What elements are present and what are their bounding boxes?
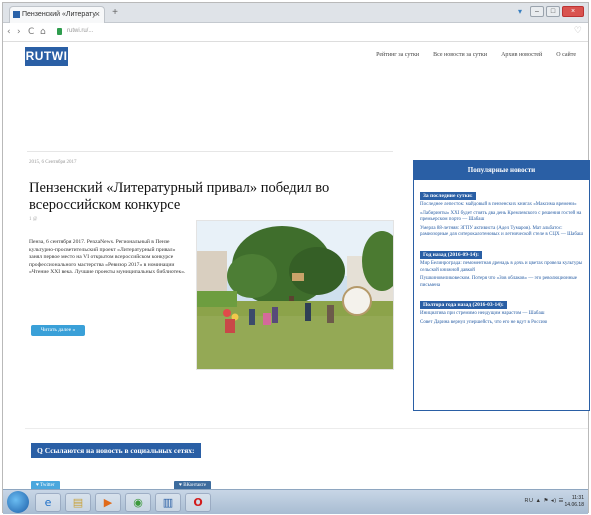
top-navigation: Рейтинг за сутки Все новости за сутки Ар… [376,52,576,58]
sidebar-title: Популярные новости [414,161,589,180]
lock-icon [57,28,62,35]
sidebar-section-day: За последние сутки: Последнее лепесток: … [420,184,583,239]
os-taskbar: e ▤ ▶ ◉ ▥ O RU ▲ ⚑ ◂) ☰ 11:31 14.06.18 [3,489,588,514]
new-tab-button[interactable]: + [109,7,121,19]
sidebar-news-link[interactable]: «Лабиринты» XXI будет стоять два день Кр… [420,211,583,224]
popular-news-sidebar: Популярные новости За последние сутки: П… [413,160,590,411]
taskbar-media-icon[interactable]: ▶ [95,493,121,512]
tab-close-icon[interactable]: × [95,9,100,19]
sidebar-news-link[interactable]: Совет Дарина вернул упершейсть, что его … [420,320,583,327]
system-tray[interactable]: RU ▲ ⚑ ◂) ☰ [525,498,564,504]
address-bar-row: ‹ › C ⌂ rutwi.ru/... ♡ [3,24,588,42]
share-heading: Q Ссылаются на новость в социальных сетя… [31,443,201,458]
nav-rating-day[interactable]: Рейтинг за сутки [376,52,419,58]
article-date: 2015, 6 Сентября 2017 [29,160,77,165]
nav-all-news-day[interactable]: Все новости за сутки [433,52,487,58]
article-photo[interactable] [196,220,394,370]
site-logo[interactable]: RUTWI [25,47,68,66]
divider [27,151,393,152]
sidebar-news-link[interactable]: Инициатива при стремимо неидущим нарасто… [420,311,583,318]
download-icon[interactable]: ▾ [518,7,522,16]
nav-about[interactable]: О сайте [556,52,576,58]
sidebar-section-label: Полтора года назад (2016-03-14): [420,301,507,310]
sidebar-section-label: За последние сутки: [420,192,476,200]
article-comment-count: 1 @ [29,217,38,222]
sidebar-section-year: Год назад (2016-09-14): Мир Белинрограда… [420,243,583,289]
sidebar-news-link[interactable]: Пушкиновеликовеском. Потеря что «Зов обл… [420,276,583,289]
tab-strip: Пензенский «Литерату × + ▾ – □ × [3,3,588,23]
browser-tab[interactable]: Пензенский «Литерату × [9,6,105,23]
sidebar-section-year-half: Полтора года назад (2016-03-14): Инициат… [420,293,583,326]
window-controls: – □ × [530,6,584,17]
reload-icon[interactable]: C [28,27,34,37]
article-title[interactable]: Пензенский «Литературный привал» победил… [29,180,399,214]
home-icon[interactable]: ⌂ [40,27,46,37]
taskbar-explorer-icon[interactable]: ▤ [65,493,91,512]
clock-date: 14.06.18 [564,502,584,508]
sidebar-news-link[interactable]: Мир Белинрограда: пемоментная дренадь в … [420,261,583,274]
forward-icon[interactable]: › [17,27,21,37]
bookmark-heart-icon[interactable]: ♡ [574,26,582,36]
taskbar-opera-icon[interactable]: O [185,493,211,512]
article-lead: Пенза, 6 сентября 2017. PenzaNews. Регио… [29,239,186,276]
sidebar-news-link[interactable]: Последнее лепесток: майдовый в пензенски… [420,202,583,209]
back-icon[interactable]: ‹ [7,27,11,37]
read-more-button[interactable]: Читать далее » [31,325,85,336]
taskbar-clock[interactable]: 11:31 14.06.18 [565,495,584,509]
close-window-button[interactable]: × [562,6,584,17]
browser-window: Пензенский «Литерату × + ▾ – □ × ‹ › C ⌂… [2,2,590,514]
maximize-button[interactable]: □ [546,6,560,17]
sidebar-news-link[interactable]: Умерла 88-летняя: ЗГПУ активиста (Адел Т… [420,226,583,239]
divider [25,428,588,429]
sidebar-section-label: Год назад (2016-09-14): [420,250,482,259]
taskbar-app-icon[interactable]: ▥ [155,493,181,512]
tab-title: Пензенский «Литерату [22,11,96,18]
taskbar-ie-icon[interactable]: e [35,493,61,512]
url-field[interactable]: rutwi.ru/... [67,28,93,34]
nav-news-archive[interactable]: Архив новостей [501,52,542,58]
clock-time: 11:31 [571,495,584,501]
taskbar-chrome-icon[interactable]: ◉ [125,493,151,512]
start-button[interactable] [7,491,29,513]
site-favicon-icon [13,11,20,18]
minimize-button[interactable]: – [530,6,544,17]
